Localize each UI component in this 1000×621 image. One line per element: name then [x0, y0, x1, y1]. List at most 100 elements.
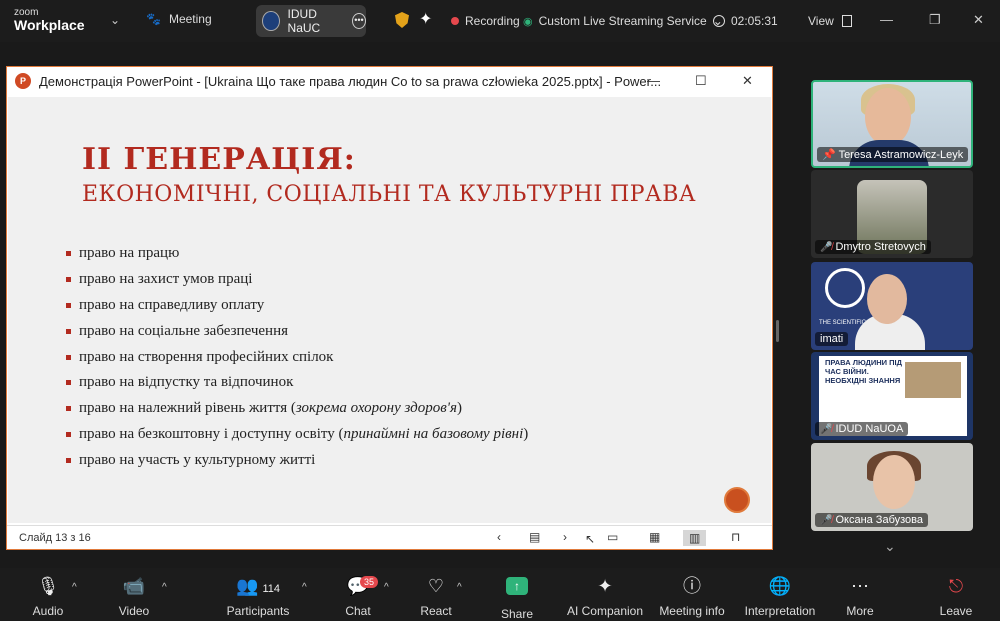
poster-photo	[905, 362, 961, 398]
bullet-text: право на належний рівень життя (	[79, 400, 296, 417]
host-avatar	[262, 11, 280, 31]
slide-sorter-icon[interactable]: ▦	[649, 530, 660, 544]
slide-bullet-item: право на захист умов праці	[66, 267, 528, 293]
bullet-text: право на захист умов праці	[79, 271, 253, 288]
normal-view-icon[interactable]: ▭	[607, 530, 618, 544]
bullet-marker-icon	[66, 277, 71, 283]
bullet-marker-icon	[66, 406, 71, 412]
video-options-chevron-icon[interactable]: ^	[162, 582, 167, 593]
slide-list-icon[interactable]: ▤	[529, 530, 540, 544]
participant-name: 🎤̸ Оксана Забузова	[815, 513, 929, 527]
video-button[interactable]: 📹 Video	[114, 574, 154, 618]
slide-bullet-item: право на працю	[66, 241, 528, 267]
bullet-marker-icon	[66, 354, 71, 360]
share-label: Share	[500, 607, 534, 621]
ppt-window-title: Демонстрація PowerPoint - [Ukraina Що та…	[39, 73, 662, 89]
meeting-menu-button[interactable]: 🐾 Meeting	[146, 12, 212, 26]
slide-decoration-circle	[724, 487, 750, 513]
next-slide-icon[interactable]: ›	[563, 530, 567, 544]
mic-muted-icon: 🎤̸	[820, 242, 833, 253]
chevron-down-icon[interactable]: ⌄	[110, 13, 120, 27]
clock-icon	[713, 15, 725, 27]
ai-companion-button[interactable]: ✦ AI Companion	[566, 574, 644, 618]
slide-bullet-item: право на безкоштовну і доступну освіту (…	[66, 422, 528, 448]
participants-options-chevron-icon[interactable]: ^	[302, 582, 307, 593]
more-options-icon[interactable]: •••	[351, 13, 366, 29]
slide-subheading: ЕКОНОМІЧНІ, СОЦІАЛЬНІ ТА КУЛЬТУРНІ ПРАВА	[82, 182, 697, 207]
recording-indicator[interactable]: Recording	[451, 14, 520, 28]
view-grid-icon	[841, 15, 852, 27]
security-shield-icon[interactable]	[395, 12, 409, 28]
video-tile[interactable]: THE SCIENTIFIC OF HISTORY O imati	[811, 262, 973, 350]
react-options-chevron-icon[interactable]: ^	[457, 582, 462, 593]
scroll-down-chevron-icon[interactable]: ⌄	[884, 538, 896, 555]
participant-name-text: imati	[820, 333, 844, 345]
chat-options-chevron-icon[interactable]: ^	[384, 582, 389, 593]
video-tile[interactable]: 🎤̸ Оксана Забузова	[811, 443, 973, 531]
participant-name: 🎤̸ Dmytro Stretovych	[815, 240, 931, 254]
reading-view-icon[interactable]: ▥	[683, 530, 707, 546]
view-button[interactable]: View	[808, 14, 852, 28]
meeting-info-button[interactable]: ⓘ Meeting info	[656, 574, 728, 618]
react-button[interactable]: ♡ React	[418, 574, 454, 618]
video-tile[interactable]: ПРАВА ЛЮДИНИ ПІД ЧАС ВІЙНИ. НЕОБХІДНІ ЗН…	[811, 352, 973, 440]
live-streaming-indicator[interactable]: ◉ Custom Live Streaming Service ⌄	[523, 14, 723, 28]
close-icon[interactable]: ✕	[973, 12, 984, 28]
bullet-text: право на участь у культурному житті	[79, 451, 316, 468]
slide-bullet-item: право на створення професійних спілок	[66, 344, 528, 370]
recording-dot-icon	[451, 17, 459, 25]
paw-icon: 🐾	[146, 12, 161, 26]
bullet-text: право на безкоштовну і доступну освіту (	[79, 425, 344, 442]
bullet-italic-text: принаймні на базовому рівні	[343, 425, 524, 442]
ppt-maximize-icon[interactable]: ☐	[695, 73, 707, 89]
participant-name-text: IDUD NaUOA	[835, 423, 904, 435]
participant-video-face	[865, 88, 911, 146]
panel-resize-handle[interactable]	[776, 320, 779, 342]
bullet-italic-text: зокрема охорону здоров'я	[295, 400, 457, 417]
ppt-minimize-icon[interactable]: —	[647, 73, 660, 88]
info-icon: ⓘ	[683, 576, 701, 596]
ppt-close-icon[interactable]: ✕	[742, 73, 753, 89]
participant-video-face	[867, 274, 907, 324]
mic-muted-icon: 🎤̸	[820, 515, 833, 526]
bullet-marker-icon	[66, 328, 71, 334]
ai-sparkle-icon[interactable]: ✦	[419, 9, 432, 29]
interpretation-button[interactable]: 🌐 Interpretation	[742, 574, 818, 618]
restore-icon[interactable]: ❐	[929, 12, 941, 28]
bullet-tail-text: )	[523, 425, 529, 442]
participants-button[interactable]: 👥 114 Participants	[226, 574, 290, 618]
previous-slide-icon[interactable]: ‹	[497, 530, 501, 544]
powerpoint-window: P Демонстрація PowerPoint - [Ukraina Що …	[6, 66, 773, 550]
participants-label: Participants	[226, 604, 290, 618]
participant-name-text: Оксана Забузова	[835, 514, 924, 526]
slide-canvas[interactable]: II ГЕНЕРАЦІЯ: ЕКОНОМІЧНІ, СОЦІАЛЬНІ ТА К…	[8, 97, 771, 523]
bullet-text: право на працю	[79, 245, 180, 262]
bullet-tail-text: )	[456, 400, 462, 417]
bullet-marker-icon	[66, 251, 71, 257]
slideshow-icon[interactable]: ⊓	[731, 530, 740, 544]
minimize-icon[interactable]: —	[880, 12, 893, 27]
host-tab[interactable]: IDUD NaUC •••	[256, 5, 366, 37]
slide-bullet-list: право на працю право на захист умов праці…	[66, 241, 528, 473]
bullet-text: право на відпустку та відпочинок	[79, 374, 294, 391]
participant-name-text: Dmytro Stretovych	[835, 241, 926, 253]
audio-options-chevron-icon[interactable]: ^	[72, 582, 77, 593]
powerpoint-icon: P	[15, 73, 31, 89]
poster-title: ПРАВА ЛЮДИНИ ПІД ЧАС ВІЙНИ. НЕОБХІДНІ ЗН…	[825, 358, 902, 385]
meeting-info-label: Meeting info	[659, 604, 725, 618]
video-tile[interactable]: 🎤̸ Dmytro Stretovych	[811, 170, 973, 258]
globe-icon: 🌐	[768, 576, 792, 596]
share-button[interactable]: ↑ Share	[498, 574, 536, 621]
more-button[interactable]: ⋯ More	[840, 574, 880, 618]
participant-name: 🎤̸ IDUD NaUOA	[815, 422, 909, 436]
chat-label: Chat	[345, 604, 371, 618]
video-tile[interactable]: 📌 Teresa Astramowicz-Leyk	[811, 80, 973, 168]
bullet-marker-icon	[66, 380, 71, 386]
audio-button[interactable]: 🎙 Audio	[28, 574, 68, 618]
view-label: View	[808, 14, 834, 28]
participant-name: 📌 Teresa Astramowicz-Leyk	[817, 147, 969, 162]
zoom-logo[interactable]: zoom Workplace	[14, 7, 85, 32]
video-off-icon: 📹	[122, 576, 146, 596]
heart-icon: ♡	[427, 576, 445, 596]
leave-button[interactable]: ⎋ Leave	[936, 574, 976, 618]
